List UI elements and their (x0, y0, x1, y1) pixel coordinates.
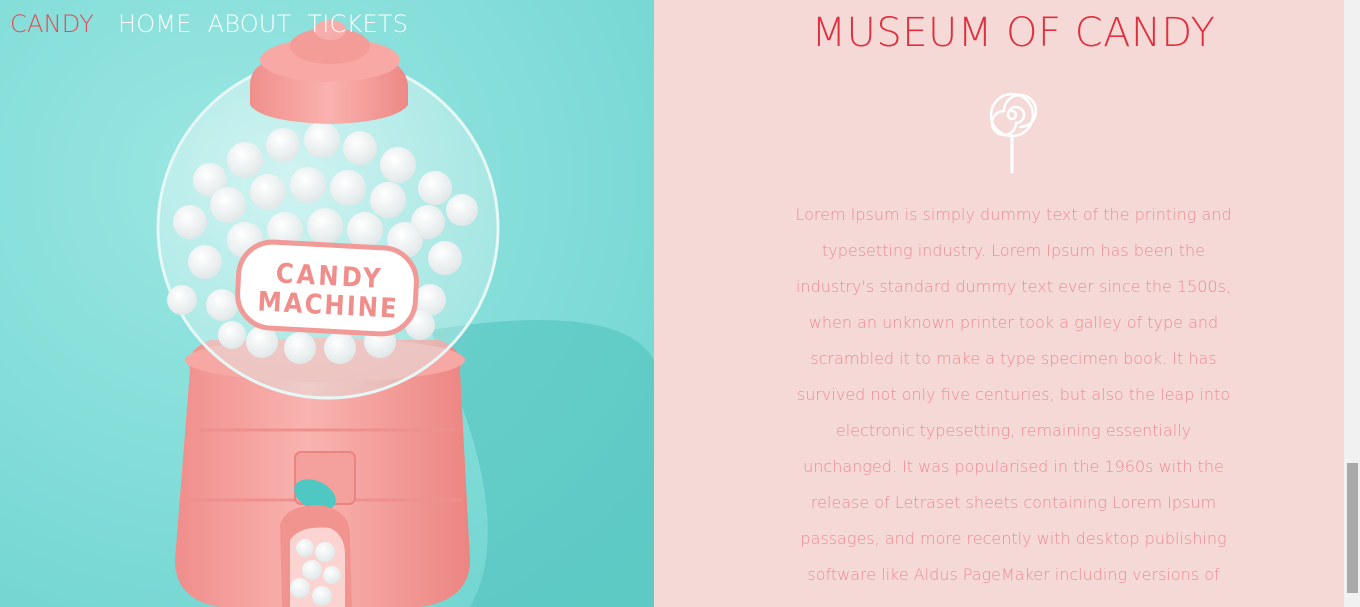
page-title: MUSEUM OF CANDY (811, 10, 1216, 56)
description-text: Lorem Ipsum is simply dummy text of the … (795, 205, 1232, 584)
hero-image: CANDY MACHINE CANDY HOME ABOUT TICKETS (0, 0, 654, 607)
nav-link-home[interactable]: HOME (118, 10, 192, 38)
page: CANDY MACHINE CANDY HOME ABOUT TICKETS M… (0, 0, 1360, 607)
scrollbar-thumb[interactable] (1347, 463, 1358, 593)
nav-link-about[interactable]: ABOUT (208, 10, 292, 38)
vertical-scrollbar[interactable] (1343, 0, 1360, 607)
lollipop-icon (989, 92, 1037, 174)
nav-link-tickets[interactable]: TICKETS (307, 10, 408, 38)
content-panel: MUSEUM OF CANDY Lorem Ipsum is simply du… (654, 0, 1343, 607)
brand-logo[interactable]: CANDY (10, 10, 94, 38)
candy-machine-illustration: CANDY MACHINE (0, 0, 654, 607)
top-nav: CANDY HOME ABOUT TICKETS (10, 10, 408, 38)
